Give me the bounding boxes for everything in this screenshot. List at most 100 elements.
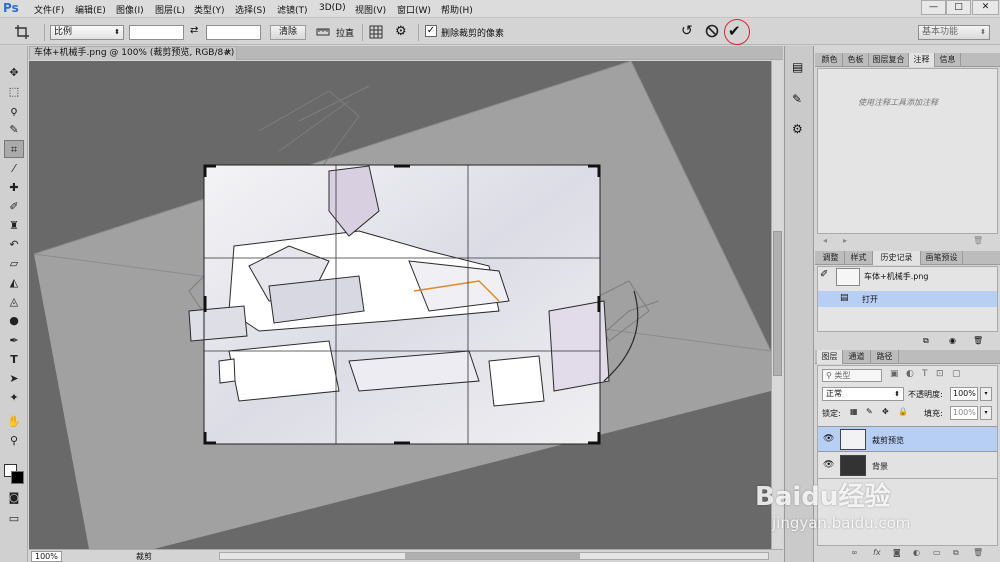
filter-pixel-icon[interactable]: ▣ — [890, 369, 899, 379]
close-button[interactable]: ✕ — [972, 0, 999, 15]
minimize-button[interactable]: — — [921, 0, 946, 15]
fill-field[interactable]: 100% — [950, 406, 978, 420]
tab-color[interactable]: 颜色 — [817, 53, 843, 67]
new-group-icon[interactable]: ▭ — [933, 548, 941, 557]
snapshot-name[interactable]: 车体+机械手.png — [864, 271, 928, 282]
opacity-field[interactable]: 100% — [950, 387, 978, 401]
ratio-select[interactable]: 比例 ⬍ — [50, 25, 124, 40]
commit-checkmark-icon[interactable]: ✔ — [728, 22, 741, 40]
paint-bucket-tool-icon[interactable]: ◭ — [4, 274, 24, 292]
cancel-icon[interactable] — [705, 24, 719, 38]
screen-mode-icon[interactable]: ▭ — [4, 510, 24, 528]
zoom-level[interactable]: 100% — [31, 551, 62, 562]
history-brush-source-icon[interactable]: ✐ — [820, 269, 832, 283]
tab-layers[interactable]: 图层 — [817, 350, 843, 364]
filter-shape-icon[interactable]: ⊡ — [936, 369, 944, 379]
healing-brush-tool-icon[interactable]: ✚ — [4, 179, 24, 197]
width-field[interactable] — [129, 25, 184, 40]
lock-all-icon[interactable]: 🔒 — [898, 407, 908, 416]
crop-tool-preset-icon[interactable] — [14, 24, 30, 40]
crop-tool-icon[interactable]: ⌗ — [4, 140, 24, 158]
properties-panel-icon[interactable]: ⚙ — [792, 122, 808, 138]
pen-tool-icon[interactable]: ✒ — [4, 332, 24, 350]
quick-select-tool-icon[interactable]: ✎ — [4, 121, 24, 139]
delete-pixels-label[interactable]: 删除裁剪的像素 — [441, 26, 504, 39]
layer-name[interactable]: 裁剪预览 — [872, 435, 904, 446]
brush-panel-icon[interactable]: ✎ — [792, 92, 808, 108]
menu-filter[interactable]: 滤镜(T) — [277, 3, 308, 16]
fill-dropdown-icon[interactable]: ▾ — [980, 406, 992, 420]
lock-transparent-icon[interactable]: ▦ — [850, 407, 858, 416]
layer-row-selected[interactable]: 👁 裁剪预览 — [818, 426, 997, 452]
close-tab-icon[interactable]: × — [224, 47, 232, 59]
tab-styles[interactable]: 样式 — [845, 251, 873, 265]
reset-icon[interactable]: ↺ — [681, 23, 693, 39]
tab-swatches[interactable]: 色板 — [843, 53, 869, 67]
blend-mode-select[interactable]: 正常 ⬍ — [822, 387, 904, 401]
menu-file[interactable]: 文件(F) — [34, 3, 64, 16]
quick-mask-icon[interactable]: ◙ — [4, 489, 24, 507]
tab-brush-presets[interactable]: 画笔预设 — [921, 251, 963, 265]
eyedropper-tool-icon[interactable]: ⁄ — [4, 160, 24, 178]
lasso-tool-icon[interactable]: ϙ — [4, 102, 24, 120]
shape-tool-icon[interactable]: ✦ — [4, 389, 24, 407]
menu-type[interactable]: 类型(Y) — [194, 3, 225, 16]
horizontal-scroll-thumb[interactable] — [405, 553, 580, 559]
history-panel-icon[interactable]: ▤ — [792, 60, 808, 76]
dodge-tool-icon[interactable]: ● — [4, 312, 24, 330]
vertical-scroll-thumb[interactable] — [773, 231, 782, 376]
marquee-tool-icon[interactable]: ⬚ — [4, 83, 24, 101]
horizontal-scrollbar[interactable] — [219, 552, 769, 560]
delete-note-icon[interactable]: 🗑 — [973, 236, 983, 245]
menu-edit[interactable]: 编辑(E) — [75, 3, 106, 16]
delete-state-icon[interactable]: 🗑 — [973, 336, 983, 345]
workspace-select[interactable]: 基本功能 ⬍ — [918, 25, 990, 40]
tab-info[interactable]: 信息 — [935, 53, 961, 67]
overlay-grid-icon[interactable] — [369, 25, 383, 39]
background-color-swatch[interactable] — [11, 471, 24, 484]
menu-layer[interactable]: 图层(L) — [155, 3, 185, 16]
new-document-from-state-icon[interactable]: ⧉ — [923, 336, 929, 346]
delete-layer-icon[interactable]: 🗑 — [973, 548, 983, 557]
eraser-tool-icon[interactable]: ▱ — [4, 255, 24, 273]
link-layers-icon[interactable]: ∞ — [851, 548, 858, 557]
menu-select[interactable]: 选择(S) — [235, 3, 266, 16]
gear-icon[interactable]: ⚙ — [395, 24, 411, 40]
layer-name[interactable]: 背景 — [872, 461, 888, 472]
blur-tool-icon[interactable]: ◬ — [4, 293, 24, 311]
filter-type-icon[interactable]: T — [922, 369, 928, 379]
swap-icon[interactable]: ⇄ — [190, 25, 198, 36]
move-tool-icon[interactable]: ✥ — [4, 64, 24, 82]
camera-icon[interactable]: ◉ — [949, 336, 956, 345]
lock-position-icon[interactable]: ✥ — [882, 407, 889, 416]
adjustment-layer-icon[interactable]: ◐ — [913, 548, 920, 557]
delete-pixels-checkbox[interactable]: ✓ — [425, 25, 437, 37]
canvas-area[interactable] — [29, 61, 771, 549]
tab-notes[interactable]: 注释 — [909, 53, 935, 67]
tab-paths[interactable]: 路径 — [871, 350, 899, 364]
history-item[interactable]: ▤ 打开 — [818, 291, 997, 307]
menu-3d[interactable]: 3D(D) — [319, 3, 346, 13]
zoom-tool-icon[interactable]: ⚲ — [4, 432, 24, 450]
type-tool-icon[interactable]: T — [4, 351, 24, 369]
path-select-tool-icon[interactable]: ➤ — [4, 370, 24, 388]
history-brush-tool-icon[interactable]: ↶ — [4, 236, 24, 254]
opacity-dropdown-icon[interactable]: ▾ — [980, 387, 992, 401]
eye-icon[interactable]: 👁 — [823, 434, 834, 444]
next-note-icon[interactable]: ▸ — [843, 236, 847, 245]
height-field[interactable] — [206, 25, 261, 40]
new-layer-icon[interactable]: ⧉ — [953, 548, 959, 558]
tab-channels[interactable]: 通道 — [843, 350, 871, 364]
tab-adjustments[interactable]: 调整 — [817, 251, 845, 265]
document-tab[interactable]: 车体+机械手.png @ 100% (裁剪预览, RGB/8#) × — [29, 46, 237, 60]
hand-tool-icon[interactable]: ✋ — [4, 413, 24, 431]
tab-layer-comps[interactable]: 图层复合 — [869, 53, 909, 67]
filter-adjustment-icon[interactable]: ◐ — [906, 369, 914, 379]
layer-mask-icon[interactable]: ◙ — [893, 548, 901, 557]
restore-button[interactable]: □ — [946, 0, 971, 15]
eye-icon[interactable]: 👁 — [823, 460, 834, 470]
clone-stamp-tool-icon[interactable]: ♜ — [4, 217, 24, 235]
menu-window[interactable]: 窗口(W) — [397, 3, 431, 16]
menu-help[interactable]: 帮助(H) — [441, 3, 473, 16]
layer-style-icon[interactable]: fx — [873, 548, 881, 557]
